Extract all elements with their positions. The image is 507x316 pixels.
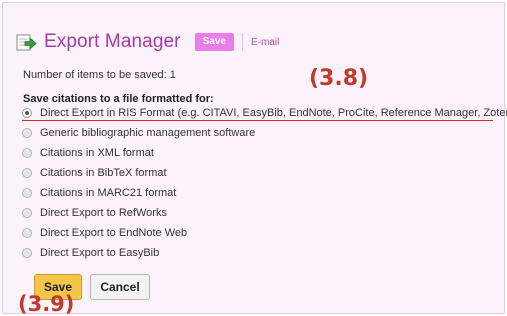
- format-option-xml[interactable]: Citations in XML format: [22, 144, 154, 162]
- radio-button[interactable]: [22, 228, 32, 238]
- cancel-button[interactable]: Cancel: [90, 274, 150, 300]
- items-count-label: Number of items to be saved: 1: [23, 69, 176, 81]
- radio-button-selected[interactable]: [22, 108, 32, 118]
- annotation-label-3-8: (3.8): [309, 66, 369, 91]
- option-label: Generic bibliographic management softwar…: [40, 127, 256, 139]
- option-label: Direct Export to EasyBib: [40, 247, 160, 259]
- page-title: Export Manager: [44, 31, 181, 52]
- format-option-generic[interactable]: Generic bibliographic management softwar…: [22, 124, 255, 142]
- annotation-label-3-9: (3.9): [18, 292, 75, 316]
- format-option-easybib[interactable]: Direct Export to EasyBib: [22, 244, 159, 262]
- export-manager-panel: Export Manager Save E-mail (3.8) Number …: [2, 2, 507, 316]
- annotation-underline: [22, 120, 493, 121]
- option-label: Direct Export to EndNote Web: [40, 227, 188, 239]
- format-option-endnote-web[interactable]: Direct Export to EndNote Web: [22, 224, 187, 242]
- option-label: Direct Export to RefWorks: [40, 207, 167, 219]
- tab-email[interactable]: E-mail: [251, 37, 279, 48]
- option-label: Citations in MARC21 format: [40, 187, 177, 199]
- export-manager-header: Export Manager Save E-mail: [16, 27, 279, 57]
- format-option-refworks[interactable]: Direct Export to RefWorks: [22, 204, 167, 222]
- radio-button[interactable]: [22, 248, 32, 258]
- tab-divider: [241, 33, 243, 51]
- tab-save[interactable]: Save: [194, 33, 234, 51]
- option-label: Citations in XML format: [40, 147, 154, 159]
- option-label: Direct Export in RIS Format (e.g. CITAVI…: [40, 107, 507, 119]
- radio-button[interactable]: [22, 208, 32, 218]
- radio-button[interactable]: [22, 188, 32, 198]
- format-option-marc21[interactable]: Citations in MARC21 format: [22, 184, 176, 202]
- radio-button[interactable]: [22, 168, 32, 178]
- format-option-bibtex[interactable]: Citations in BibTeX format: [22, 164, 167, 182]
- radio-button[interactable]: [22, 128, 32, 138]
- option-label: Citations in BibTeX format: [40, 167, 167, 179]
- radio-button[interactable]: [22, 148, 32, 158]
- export-icon: [16, 33, 37, 51]
